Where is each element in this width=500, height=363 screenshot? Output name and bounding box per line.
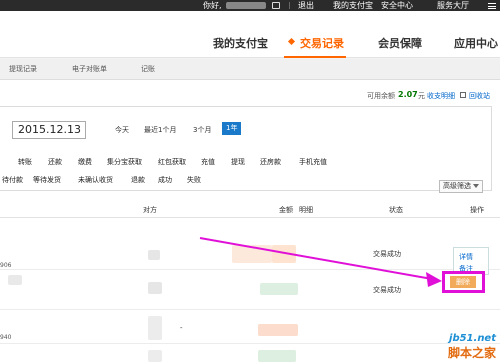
amount-blur: [258, 350, 296, 362]
status-refund[interactable]: 退款: [131, 175, 145, 185]
counterparty-blur: [148, 282, 162, 294]
balance-label: 可用余额: [367, 92, 395, 100]
header: 我的支付宝 交易记录 会员保障 应用中心: [0, 11, 500, 58]
type-payment[interactable]: 缴费: [78, 157, 92, 167]
status-pending-pay[interactable]: 待付款: [2, 175, 23, 185]
amount-blur: [260, 283, 298, 295]
row-number: 940: [0, 334, 12, 341]
active-tab-underline: [284, 56, 346, 58]
type-withdraw[interactable]: 提现: [231, 157, 245, 167]
security-center-link[interactable]: 安全中心: [381, 0, 413, 11]
watermark: jb51.net 脚本之家: [448, 333, 496, 361]
counterparty-blur: [148, 350, 162, 362]
top-bar: 你好, 退出 我的支付宝 安全中心 服务大厅: [0, 0, 500, 11]
status-awaiting-ship[interactable]: 等待发货: [33, 175, 61, 185]
row-number: 906: [0, 262, 12, 269]
service-hall-link[interactable]: 服务大厅: [437, 0, 469, 11]
row-status: 交易成功: [373, 286, 401, 294]
subnav-e-statement[interactable]: 电子对账单: [72, 59, 107, 80]
range-1-month[interactable]: 最近1个月: [144, 125, 176, 135]
type-housing[interactable]: 还房款: [260, 157, 281, 167]
separator: [289, 2, 290, 9]
sub-nav: 提现记录 电子对账单 记账: [0, 59, 500, 80]
delete-label: 删除: [450, 276, 476, 288]
nav-app-center[interactable]: 应用中心: [454, 35, 498, 51]
table-header: 对方 金额 明细 状态 操作: [0, 202, 500, 218]
filter-panel: 2015.12.13 今天 最近1个月 3个月 1年 转账 还款 缴费 集分宝获…: [0, 106, 492, 193]
amount-blur: [258, 324, 298, 336]
subnav-withdraw-records[interactable]: 提现记录: [9, 59, 37, 80]
my-alipay-link[interactable]: 我的支付宝: [333, 0, 373, 11]
alipay-page: 你好, 退出 我的支付宝 安全中心 服务大厅 我的支付宝 交易记录 会员保障 应…: [0, 0, 500, 363]
chevron-down-icon: [473, 184, 479, 188]
advanced-filter-button[interactable]: 高级筛选: [439, 180, 483, 193]
type-phone-recharge[interactable]: 手机充值: [299, 157, 327, 167]
advanced-filter-label: 高级筛选: [443, 182, 471, 190]
detail-link[interactable]: 详情: [459, 252, 473, 262]
counterparty-blur: [148, 250, 160, 260]
username-blur: [226, 2, 266, 9]
dash-text: -: [180, 324, 183, 332]
watermark-name: 脚本之家: [447, 346, 496, 360]
nav-my-alipay[interactable]: 我的支付宝: [213, 35, 268, 51]
status-success[interactable]: 成功: [158, 175, 172, 185]
recycle-bin-link[interactable]: 回收站: [469, 91, 490, 101]
table-row: 906 交易成功: [0, 240, 500, 270]
balance-amount: 2.07: [398, 90, 418, 99]
menu-icon[interactable]: [488, 3, 496, 9]
amount-blur: [232, 245, 272, 263]
nav-transactions[interactable]: 交易记录: [300, 35, 344, 51]
table-row: 交易成功: [0, 270, 500, 310]
col-status: 状态: [389, 206, 403, 214]
col-detail: 明细: [299, 206, 313, 214]
nav-member-protection[interactable]: 会员保障: [378, 35, 422, 51]
status-unconfirmed[interactable]: 未确认收货: [78, 175, 113, 185]
balance-unit: 元: [418, 92, 425, 100]
col-action: 操作: [470, 206, 484, 214]
income-detail-link[interactable]: 收支明细: [427, 91, 455, 101]
col-counterparty: 对方: [143, 206, 157, 214]
range-3-months[interactable]: 3个月: [193, 125, 211, 135]
nav-active-dot-icon: [287, 37, 296, 46]
message-icon[interactable]: [272, 2, 280, 9]
range-today[interactable]: 今天: [115, 125, 129, 135]
type-transfer[interactable]: 转账: [18, 157, 32, 167]
table-row: [0, 344, 500, 363]
date-input[interactable]: 2015.12.13: [12, 121, 86, 139]
row-status: 交易成功: [373, 250, 401, 258]
subnav-bookkeeping[interactable]: 记账: [141, 59, 155, 80]
type-redpacket[interactable]: 红包获取: [158, 157, 186, 167]
type-points[interactable]: 集分宝获取: [107, 157, 142, 167]
counterparty-blur: [148, 316, 162, 340]
delete-button[interactable]: 删除: [442, 271, 485, 293]
type-repay[interactable]: 还款: [48, 157, 62, 167]
name-blur: [8, 275, 22, 285]
greeting-text: 你好,: [203, 1, 222, 10]
range-1-year[interactable]: 1年: [222, 122, 242, 135]
recycle-bin-icon: [460, 92, 466, 98]
status-failed[interactable]: 失败: [187, 175, 201, 185]
table-row: 940 -: [0, 310, 500, 344]
watermark-url: jb51.net: [449, 333, 496, 344]
col-amount: 金额: [279, 206, 293, 214]
type-recharge[interactable]: 充值: [201, 157, 215, 167]
amount-blur: [272, 245, 296, 263]
exit-link[interactable]: 退出: [298, 0, 314, 11]
